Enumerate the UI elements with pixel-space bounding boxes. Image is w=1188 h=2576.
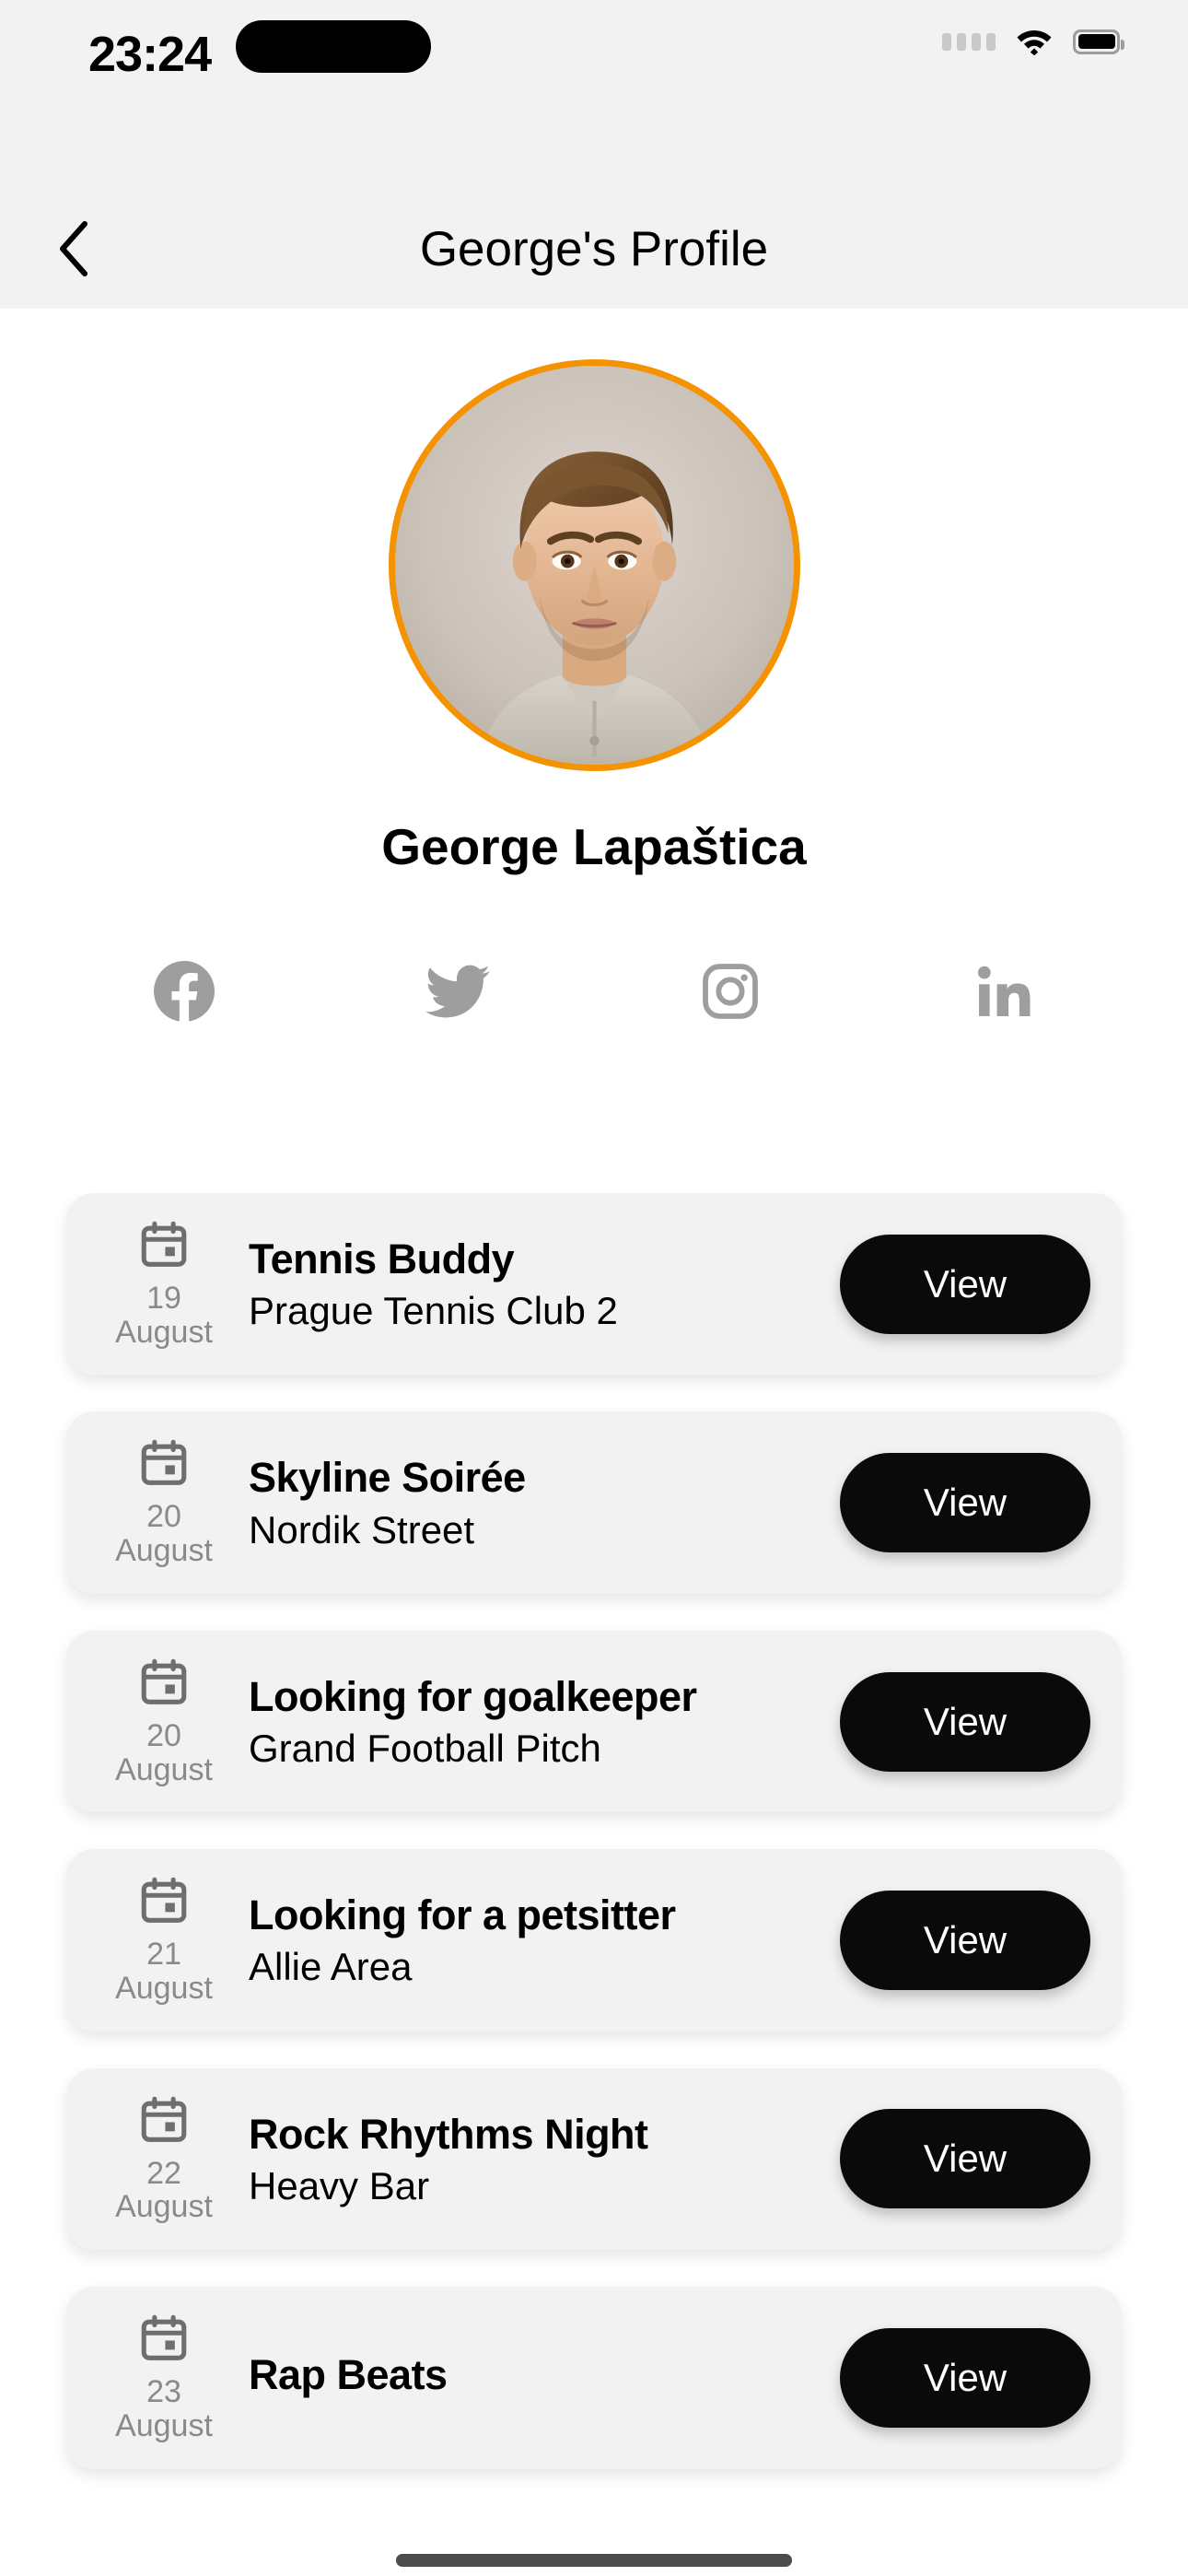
- profile-section: George Lapaštica: [0, 309, 1188, 1028]
- event-card[interactable]: 22 August Rock Rhythms Night Heavy Bar V…: [66, 2067, 1122, 2251]
- calendar-icon: [141, 2096, 187, 2142]
- instagram-link[interactable]: [657, 954, 804, 1028]
- event-date: 20 August: [105, 1657, 223, 1786]
- event-info: Looking for goalkeeper Grand Football Pi…: [223, 1672, 840, 1771]
- event-month: August: [115, 1971, 213, 2007]
- page-title: George's Profile: [419, 221, 769, 276]
- event-title: Rock Rhythms Night: [249, 2110, 648, 2158]
- event-info: Tennis Buddy Prague Tennis Club 2: [223, 1235, 840, 1333]
- twitter-link[interactable]: [384, 954, 531, 1028]
- event-day: 22: [146, 2155, 181, 2191]
- event-day: 19: [146, 1281, 181, 1316]
- dynamic-island: [236, 20, 431, 73]
- calendar-icon: [141, 1658, 187, 1704]
- view-button[interactable]: View: [840, 2109, 1090, 2209]
- avatar[interactable]: [388, 359, 800, 771]
- event-card[interactable]: 20 August Skyline Soirée Nordik Street V…: [66, 1411, 1122, 1594]
- facebook-icon: [154, 961, 215, 1022]
- event-month: August: [115, 1751, 213, 1787]
- event-date: 20 August: [105, 1437, 223, 1567]
- event-place: Allie Area: [249, 1945, 413, 1989]
- event-day: 21: [146, 1937, 181, 1973]
- calendar-icon: [141, 1221, 187, 1267]
- event-place: Nordik Street: [249, 1507, 475, 1551]
- event-info: Rap Beats: [223, 2350, 840, 2405]
- calendar-icon: [141, 1878, 187, 1924]
- event-card[interactable]: 23 August Rap Beats View: [66, 2287, 1122, 2469]
- nav-bar: George's Profile: [0, 189, 1188, 309]
- event-day: 20: [146, 1499, 181, 1535]
- event-place: Heavy Bar: [249, 2163, 430, 2207]
- event-info: Skyline Soirée Nordik Street: [223, 1453, 840, 1551]
- event-info: Looking for a petsitter Allie Area: [223, 1891, 840, 1989]
- event-card[interactable]: 19 August Tennis Buddy Prague Tennis Clu…: [66, 1193, 1122, 1376]
- instagram-icon: [703, 964, 759, 1019]
- social-links-row: [111, 954, 1077, 1028]
- view-button[interactable]: View: [840, 1453, 1090, 1553]
- event-title: Looking for a petsitter: [249, 1891, 676, 1939]
- event-card[interactable]: 21 August Looking for a petsitter Allie …: [66, 1849, 1122, 2032]
- event-date: 21 August: [105, 1875, 223, 2005]
- event-month: August: [115, 1314, 213, 1350]
- event-date: 19 August: [105, 1219, 223, 1349]
- event-date: 23 August: [105, 2313, 223, 2442]
- battery-icon: [1073, 29, 1124, 54]
- home-indicator[interactable]: [396, 2554, 792, 2567]
- event-day: 20: [146, 1717, 181, 1753]
- twitter-icon: [425, 965, 490, 1018]
- events-list[interactable]: 19 August Tennis Buddy Prague Tennis Clu…: [0, 1193, 1188, 2576]
- calendar-icon: [141, 1440, 187, 1486]
- event-info: Rock Rhythms Night Heavy Bar: [223, 2110, 840, 2208]
- signal-dots-icon: [942, 32, 996, 51]
- event-card[interactable]: 20 August Looking for goalkeeper Grand F…: [66, 1630, 1122, 1813]
- event-title: Looking for goalkeeper: [249, 1672, 697, 1720]
- event-month: August: [115, 2407, 213, 2443]
- event-title: Rap Beats: [249, 2351, 448, 2399]
- event-month: August: [115, 2189, 213, 2225]
- event-date: 22 August: [105, 2094, 223, 2224]
- view-button[interactable]: View: [840, 2327, 1090, 2428]
- facebook-link[interactable]: [111, 954, 258, 1028]
- view-button[interactable]: View: [840, 1671, 1090, 1772]
- linkedin-link[interactable]: [930, 954, 1077, 1028]
- phone-screen: 23:24 George's Profile George Lapaštica …: [0, 0, 1188, 2576]
- event-title: Skyline Soirée: [249, 1454, 526, 1502]
- status-bar: 23:24: [0, 0, 1188, 189]
- event-place: Grand Football Pitch: [249, 1726, 601, 1770]
- event-title: Tennis Buddy: [249, 1235, 515, 1283]
- event-place: Prague Tennis Club 2: [249, 1289, 618, 1333]
- event-day: 23: [146, 2374, 181, 2410]
- view-button[interactable]: View: [840, 1891, 1090, 1991]
- profile-name: George Lapaštica: [381, 818, 807, 875]
- event-month: August: [115, 1533, 213, 1569]
- view-button[interactable]: View: [840, 1234, 1090, 1334]
- profile-avatar-photo: [394, 366, 794, 765]
- status-bar-indicators: [942, 28, 1124, 55]
- linkedin-icon: [977, 966, 1031, 1016]
- wifi-icon: [1016, 28, 1053, 55]
- calendar-icon: [141, 2314, 187, 2361]
